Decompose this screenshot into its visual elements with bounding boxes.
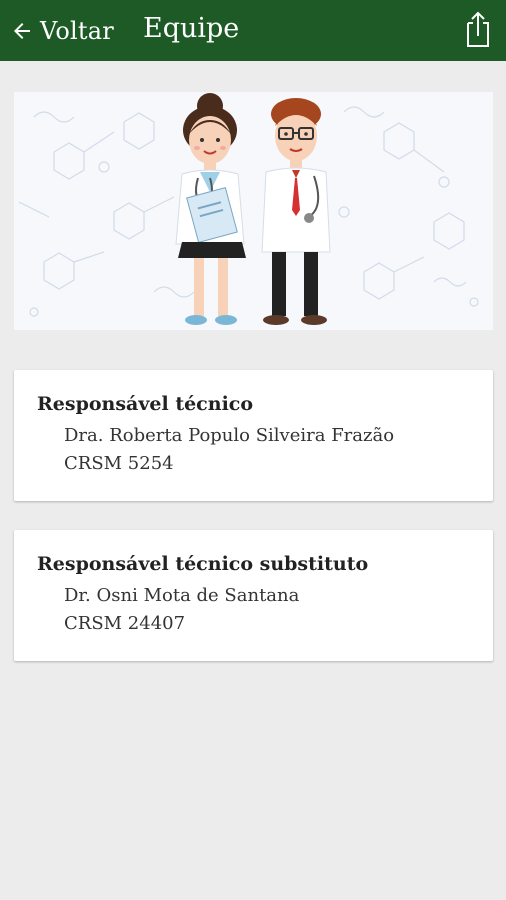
professional-registry: CRSM 24407 — [64, 613, 186, 634]
professional-name: Dra. Roberta Populo Silveira Frazão — [64, 425, 395, 446]
professional-registry: CRSM 5254 — [64, 453, 174, 474]
team-illustration — [14, 92, 493, 330]
back-label: Voltar — [40, 16, 114, 45]
card-title: Responsável técnico substituto — [37, 553, 369, 575]
back-button[interactable]: Voltar — [0, 0, 114, 61]
professional-name: Dr. Osni Mota de Santana — [64, 585, 300, 606]
male-doctor-figure — [261, 98, 331, 325]
arrow-left-icon — [10, 19, 34, 43]
app-bar: Voltar Equipe — [0, 0, 506, 61]
card-responsible-technician: Responsável técnico Dra. Roberta Populo … — [14, 370, 493, 501]
card-title: Responsável técnico — [37, 393, 254, 415]
card-substitute-technician: Responsável técnico substituto Dr. Osni … — [14, 530, 493, 661]
share-button[interactable] — [462, 9, 494, 49]
female-doctor-figure — [175, 93, 246, 325]
page-title: Equipe — [143, 13, 240, 44]
share-icon — [462, 11, 494, 53]
